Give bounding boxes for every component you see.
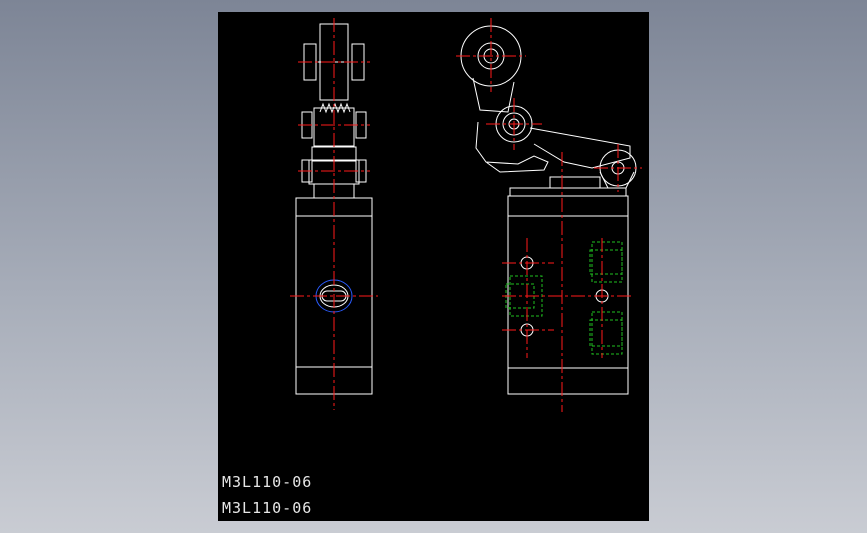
side-body (507, 195, 629, 395)
drawing-label-primary: M3L110-06 (222, 473, 313, 491)
cad-viewport[interactable]: M3L110-06 M3L110-06 (218, 12, 649, 521)
side-view (460, 25, 637, 395)
drawing-label-secondary: M3L110-06 (222, 499, 313, 517)
cad-drawing (290, 18, 642, 412)
side-lever (529, 127, 631, 169)
centerlines (290, 18, 642, 412)
